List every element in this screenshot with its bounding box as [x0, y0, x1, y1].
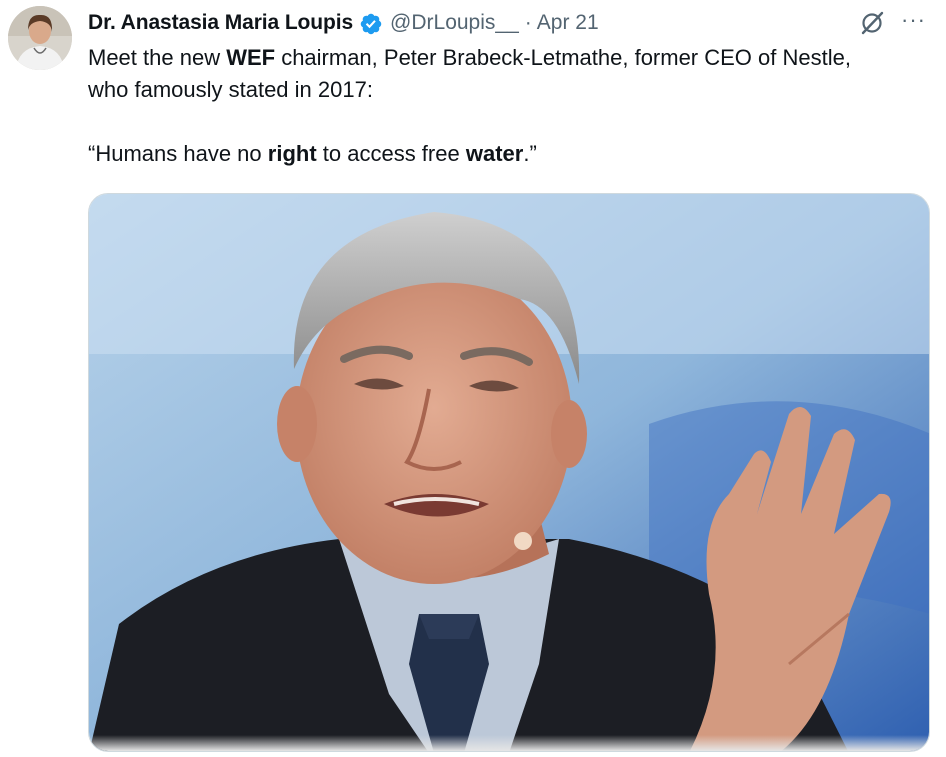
separator-dot: ·	[524, 11, 532, 34]
tweet-date[interactable]: Apr 21	[537, 11, 599, 35]
tweet-quote: “Humans have no right to access free wat…	[88, 138, 888, 170]
text-bold-right: right	[267, 141, 317, 166]
author-handle[interactable]: @DrLoupis__	[390, 11, 519, 35]
text-segment: “Humans have no	[88, 141, 268, 166]
text-segment: Meet the new	[88, 45, 227, 70]
verified-badge-icon	[360, 13, 382, 35]
tweet-paragraph: Meet the new WEF chairman, Peter Brabeck…	[88, 42, 888, 106]
more-icon[interactable]: ···	[901, 9, 926, 31]
tweet-text: Meet the new WEF chairman, Peter Brabeck…	[88, 42, 888, 170]
author-name[interactable]: Dr. Anastasia Maria Loupis	[88, 11, 353, 35]
tweet: Dr. Anastasia Maria Loupis @DrLoupis__ ·…	[0, 0, 946, 757]
text-bold-wef: WEF	[226, 45, 276, 70]
media-bottom-edge	[89, 735, 929, 751]
text-segment: to access free	[316, 141, 466, 166]
grok-icon[interactable]	[859, 10, 885, 36]
header-actions: ···	[859, 8, 926, 38]
media-photo	[89, 194, 929, 751]
text-bold-water: water	[465, 141, 524, 166]
avatar[interactable]	[8, 6, 72, 70]
text-segment: .”	[523, 141, 537, 166]
avatar-image	[8, 6, 72, 70]
tweet-header: Dr. Anastasia Maria Loupis @DrLoupis__ ·…	[88, 8, 926, 38]
tweet-media[interactable]	[88, 193, 930, 752]
